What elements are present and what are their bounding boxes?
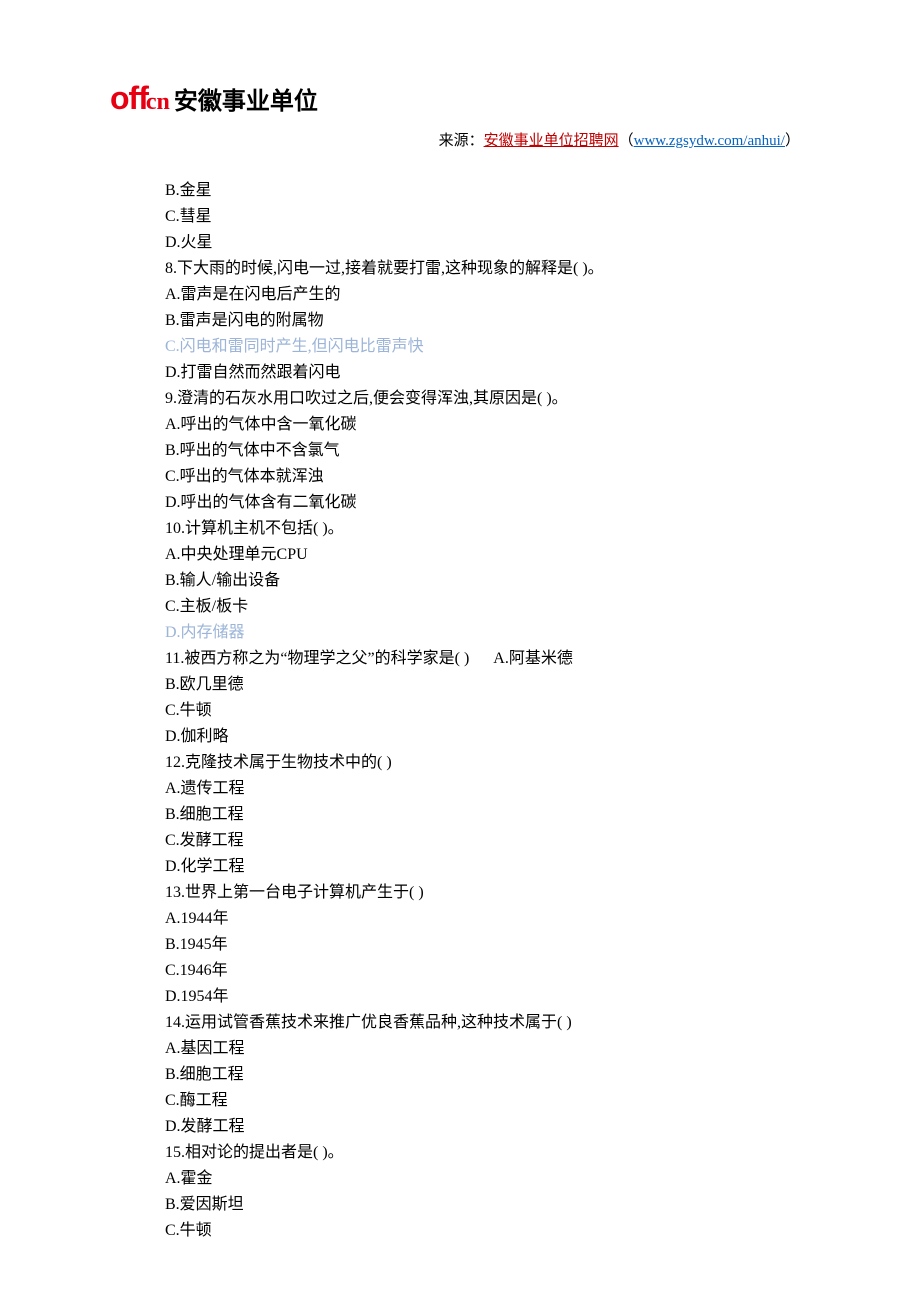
- text-line: B.欧几里德: [165, 672, 810, 698]
- text-line: 13.世界上第一台电子计算机产生于( ): [165, 880, 810, 906]
- text-line: C.呼出的气体本就浑浊: [165, 464, 810, 490]
- logo-text-swoosh: cn: [146, 89, 170, 116]
- text-line: D.伽利略: [165, 724, 810, 750]
- document-body: B.金星C.彗星D.火星8.下大雨的时候,闪电一过,接着就要打雷,这种现象的解释…: [110, 178, 810, 1244]
- document-page: offcn 安徽事业单位 来源：安徽事业单位招聘网（www.zgsydw.com…: [0, 0, 920, 1304]
- text-line: A.雷声是在闪电后产生的: [165, 282, 810, 308]
- text-line: D.1954年: [165, 984, 810, 1010]
- source-line: 来源：安徽事业单位招聘网（www.zgsydw.com/anhui/）: [110, 129, 810, 150]
- paren-open: （: [619, 133, 634, 149]
- text-line: C.彗星: [165, 204, 810, 230]
- text-line: D.呼出的气体含有二氧化碳: [165, 490, 810, 516]
- text-line: C.牛顿: [165, 698, 810, 724]
- logo-text-cn: 安徽事业单位: [174, 81, 318, 116]
- text-line: D.发酵工程: [165, 1114, 810, 1140]
- text-line: B.1945年: [165, 932, 810, 958]
- text-line: C.发酵工程: [165, 828, 810, 854]
- text-line: C.闪电和雷同时产生,但闪电比雷声快: [165, 334, 810, 360]
- text-line: B.输人/输出设备: [165, 568, 810, 594]
- source-site-name[interactable]: 安徽事业单位招聘网: [484, 133, 619, 149]
- text-line: D.火星: [165, 230, 810, 256]
- text-line: C.酶工程: [165, 1088, 810, 1114]
- paren-close: ）: [785, 133, 800, 149]
- text-line: 14.运用试管香蕉技术来推广优良香蕉品种,这种技术属于( ): [165, 1010, 810, 1036]
- text-line: B.雷声是闪电的附属物: [165, 308, 810, 334]
- text-line: 9.澄清的石灰水用口吹过之后,便会变得浑浊,其原因是( )。: [165, 386, 810, 412]
- text-line: 15.相对论的提出者是( )。: [165, 1140, 810, 1166]
- text-line: C.牛顿: [165, 1218, 810, 1244]
- logo-text-off: off: [110, 80, 148, 117]
- text-line: D.化学工程: [165, 854, 810, 880]
- text-line: C.主板/板卡: [165, 594, 810, 620]
- text-line: D.内存储器: [165, 620, 810, 646]
- text-line: A.霍金: [165, 1166, 810, 1192]
- text-line: B.金星: [165, 178, 810, 204]
- source-label: 来源：: [439, 133, 484, 149]
- text-line: C.1946年: [165, 958, 810, 984]
- text-line: 11.被西方称之为“物理学之父”的科学家是( ) A.阿基米德: [165, 646, 810, 672]
- source-url-link[interactable]: www.zgsydw.com/anhui/: [634, 133, 785, 149]
- site-logo: offcn 安徽事业单位: [110, 80, 810, 117]
- text-line: B.细胞工程: [165, 802, 810, 828]
- text-line: 10.计算机主机不包括( )。: [165, 516, 810, 542]
- text-line: B.细胞工程: [165, 1062, 810, 1088]
- text-line: A.中央处理单元CPU: [165, 542, 810, 568]
- text-line: 12.克隆技术属于生物技术中的( ): [165, 750, 810, 776]
- text-line: B.呼出的气体中不含氯气: [165, 438, 810, 464]
- text-line: A.基因工程: [165, 1036, 810, 1062]
- text-line: D.打雷自然而然跟着闪电: [165, 360, 810, 386]
- text-line: 8.下大雨的时候,闪电一过,接着就要打雷,这种现象的解释是( )。: [165, 256, 810, 282]
- text-line: A.呼出的气体中含一氧化碳: [165, 412, 810, 438]
- text-line: A.1944年: [165, 906, 810, 932]
- text-line: B.爱因斯坦: [165, 1192, 810, 1218]
- text-line: A.遗传工程: [165, 776, 810, 802]
